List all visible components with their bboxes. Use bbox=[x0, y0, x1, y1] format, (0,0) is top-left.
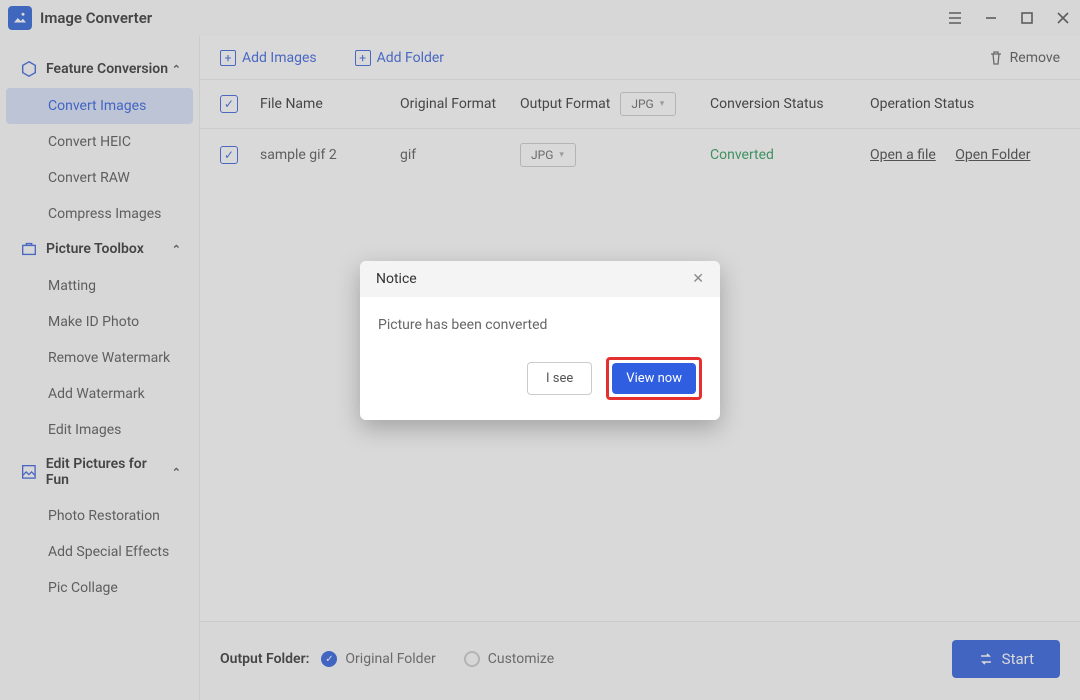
modal-close-icon[interactable]: ✕ bbox=[692, 271, 704, 287]
notice-modal: Notice ✕ Picture has been converted I se… bbox=[360, 261, 720, 420]
view-now-highlight: View now bbox=[606, 357, 702, 400]
view-now-button[interactable]: View now bbox=[612, 363, 696, 394]
modal-message: Picture has been converted bbox=[360, 297, 720, 357]
modal-overlay: Notice ✕ Picture has been converted I se… bbox=[0, 0, 1080, 700]
modal-title: Notice bbox=[376, 271, 417, 287]
i-see-button[interactable]: I see bbox=[527, 362, 592, 395]
modal-header: Notice ✕ bbox=[360, 261, 720, 297]
